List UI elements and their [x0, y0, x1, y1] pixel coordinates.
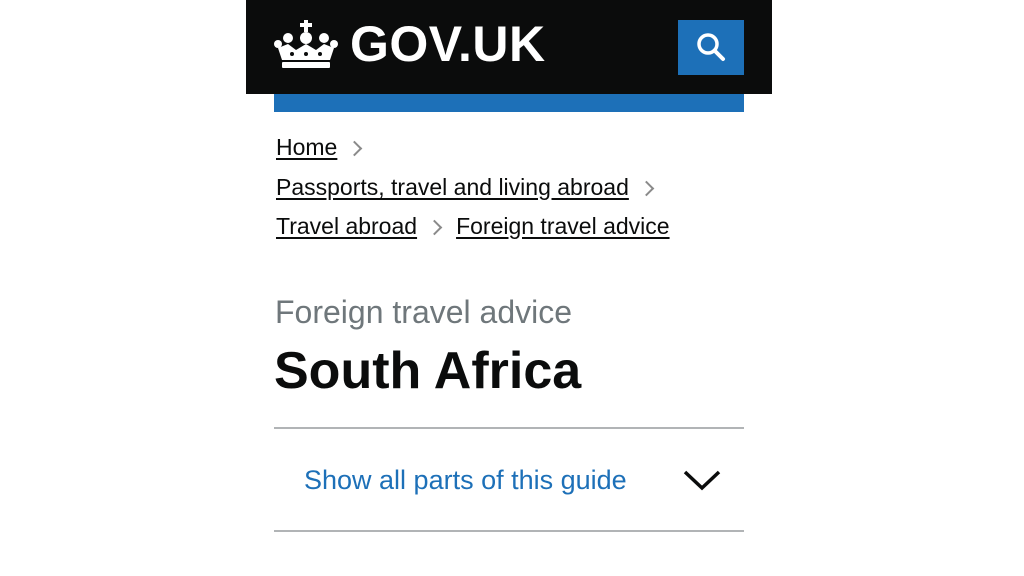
chevron-down-icon[interactable]: [682, 468, 722, 492]
page-caption: Foreign travel advice: [275, 294, 573, 330]
page-title: South Africa: [274, 342, 582, 400]
chevron-right-icon: [347, 140, 363, 157]
crown-icon[interactable]: [274, 18, 338, 70]
breadcrumb-foreign-travel-advice[interactable]: Foreign travel advice: [456, 213, 670, 239]
breadcrumb-home[interactable]: Home: [276, 134, 337, 160]
divider: [274, 427, 744, 429]
govuk-logo-text[interactable]: GOV.UK: [350, 12, 546, 76]
search-icon: [697, 33, 725, 61]
site-header: GOV.UK: [246, 0, 772, 94]
show-all-parts-toggle[interactable]: Show all parts of this guide: [274, 430, 744, 530]
header-accent-bar: [274, 94, 744, 112]
search-button[interactable]: [678, 20, 744, 75]
chevron-right-icon: [426, 219, 443, 236]
page: GOV.UK Home Passports, travel and living…: [246, 0, 772, 576]
divider: [274, 530, 744, 532]
breadcrumb-travel-abroad[interactable]: Travel abroad: [276, 213, 417, 239]
breadcrumb-passports-travel[interactable]: Passports, travel and living abroad: [276, 174, 629, 200]
chevron-right-icon: [638, 180, 655, 197]
show-all-parts-label[interactable]: Show all parts of this guide: [304, 462, 627, 498]
